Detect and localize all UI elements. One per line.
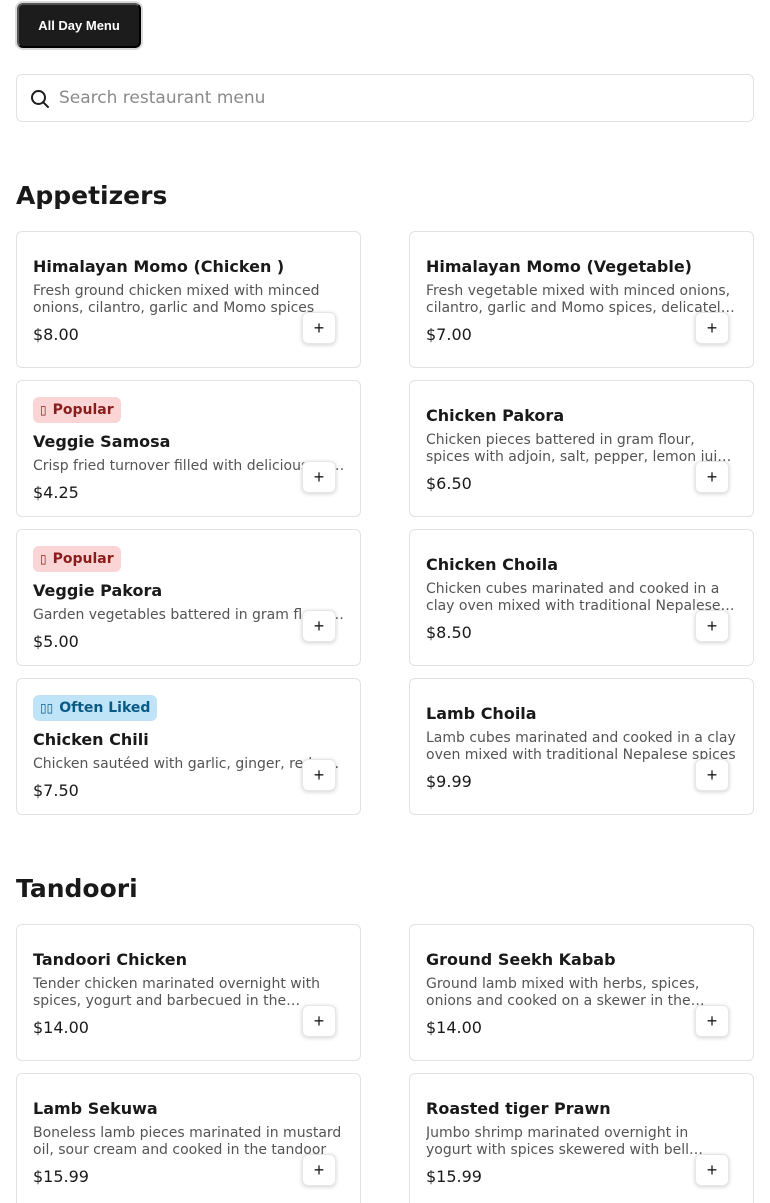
add-item-button[interactable]: + — [695, 312, 729, 344]
thumbs-up-icon: ▯▯ — [40, 701, 54, 715]
menu-item-card[interactable]: ▯ Popular Veggie Pakora Garden vegetables b… — [16, 529, 361, 666]
add-item-button[interactable]: + — [695, 759, 729, 791]
fire-icon: ▯ — [40, 552, 47, 566]
menu-item-card[interactable]: Ground Seekh Kabab Ground lamb mixed with… — [409, 924, 754, 1061]
all-day-menu-tab[interactable]: All Day Menu — [17, 3, 141, 48]
menu-item-description: Chicken pieces battered in gram flour, s… — [426, 432, 734, 465]
add-item-button[interactable]: + — [695, 461, 729, 493]
menu-item-price: $15.99 — [426, 1167, 482, 1186]
menu-item-name: Roasted tiger Prawn — [426, 1099, 611, 1118]
menu-item-card[interactable]: Lamb Choila Lamb cubes marinated and cook… — [409, 678, 754, 815]
badge-label: Often Liked — [59, 700, 151, 716]
menu-item-description: Boneless lamb pieces marinated in mustar… — [33, 1125, 342, 1158]
add-item-button[interactable]: + — [302, 610, 336, 642]
menu-item-card[interactable]: Tandoori Chicken Tender chicken marinated… — [16, 924, 361, 1061]
add-item-button[interactable]: + — [302, 461, 336, 493]
add-item-button[interactable]: + — [695, 1005, 729, 1037]
often-liked-badge: ▯▯ Often Liked — [33, 695, 158, 721]
menu-item-name: Ground Seekh Kabab — [426, 950, 616, 969]
menu-item-card[interactable]: Roasted tiger Prawn Jumbo shrimp marinate… — [409, 1073, 754, 1203]
menu-item-card[interactable]: ▯▯ Often Liked Chicken Chili Chicken sautée… — [16, 678, 361, 815]
search-icon — [31, 90, 49, 108]
menu-item-description: Tender chicken marinated overnight with … — [33, 976, 320, 1009]
add-item-button[interactable]: + — [302, 759, 336, 791]
menu-item-description: Jumbo shrimp marinated overnight in yogu… — [426, 1125, 689, 1158]
badge-label: Popular — [52, 551, 114, 567]
menu-item-name: Veggie Pakora — [33, 581, 163, 600]
menu-item-description: Ground lamb mixed with herbs, spices, on… — [426, 976, 700, 1009]
section-title-appetizers: Appetizers — [16, 181, 168, 210]
menu-item-name: Chicken Chili — [33, 730, 149, 749]
menu-item-price: $15.99 — [33, 1167, 89, 1186]
menu-item-description: Fresh vegetable mixed with minced onions… — [426, 283, 731, 316]
menu-item-description: Chicken sautéed with garlic, ginger, red… — [33, 756, 345, 772]
menu-item-card[interactable]: Chicken Choila Chicken cubes marinated an… — [409, 529, 754, 666]
menu-item-name: Chicken Choila — [426, 555, 559, 574]
menu-item-name: Tandoori Chicken — [33, 950, 187, 969]
menu-item-card[interactable]: Lamb Sekuwa Boneless lamb pieces marinate… — [16, 1073, 361, 1203]
menu-item-card[interactable]: Chicken Pakora Chicken pieces battered in… — [409, 380, 754, 517]
menu-item-name: Lamb Sekuwa — [33, 1099, 158, 1118]
section-title-tandoori: Tandoori — [16, 874, 138, 903]
add-item-button[interactable]: + — [302, 1154, 336, 1186]
add-item-button[interactable]: + — [695, 610, 729, 642]
add-item-button[interactable]: + — [302, 312, 336, 344]
menu-item-price: $5.00 — [33, 632, 79, 651]
menu-item-price: $4.25 — [33, 483, 79, 502]
popular-badge: ▯ Popular — [33, 546, 121, 572]
menu-item-price: $14.00 — [426, 1018, 482, 1037]
menu-item-description: Chicken cubes marinated and cooked in a … — [426, 581, 721, 614]
menu-item-price: $7.00 — [426, 325, 472, 344]
menu-item-name: Himalayan Momo (Vegetable) — [426, 257, 692, 276]
menu-item-price: $8.50 — [426, 623, 472, 642]
menu-item-card[interactable]: Himalayan Momo (Vegetable) Fresh vegetabl… — [409, 231, 754, 368]
menu-item-card[interactable]: ▯ Popular Veggie Samosa Crisp fried turnove… — [16, 380, 361, 517]
menu-item-name: Chicken Pakora — [426, 406, 565, 425]
menu-item-description: Lamb cubes marinated and cooked in a cla… — [426, 730, 736, 763]
menu-item-price: $7.50 — [33, 781, 79, 800]
menu-item-card[interactable]: Himalayan Momo (Chicken ) Fresh ground ch… — [16, 231, 361, 368]
popular-badge: ▯ Popular — [33, 397, 121, 423]
badge-label: Popular — [52, 402, 114, 418]
menu-item-price: $14.00 — [33, 1018, 89, 1037]
menu-item-description: Crisp fried turnover filled with delicio… — [33, 458, 345, 474]
menu-item-name: Himalayan Momo (Chicken ) — [33, 257, 285, 276]
menu-item-price: $8.00 — [33, 325, 79, 344]
search-input[interactable] — [59, 75, 739, 121]
menu-item-price: $6.50 — [426, 474, 472, 493]
menu-item-description: Fresh ground chicken mixed with minced o… — [33, 283, 320, 316]
add-item-button[interactable]: + — [695, 1154, 729, 1186]
menu-item-price: $9.99 — [426, 772, 472, 791]
menu-item-name: Veggie Samosa — [33, 432, 171, 451]
menu-item-description: Garden vegetables battered in gram flour… — [33, 607, 345, 623]
add-item-button[interactable]: + — [302, 1005, 336, 1037]
menu-item-name: Lamb Choila — [426, 704, 537, 723]
menu-search-bar[interactable] — [16, 74, 754, 122]
fire-icon: ▯ — [40, 403, 47, 417]
